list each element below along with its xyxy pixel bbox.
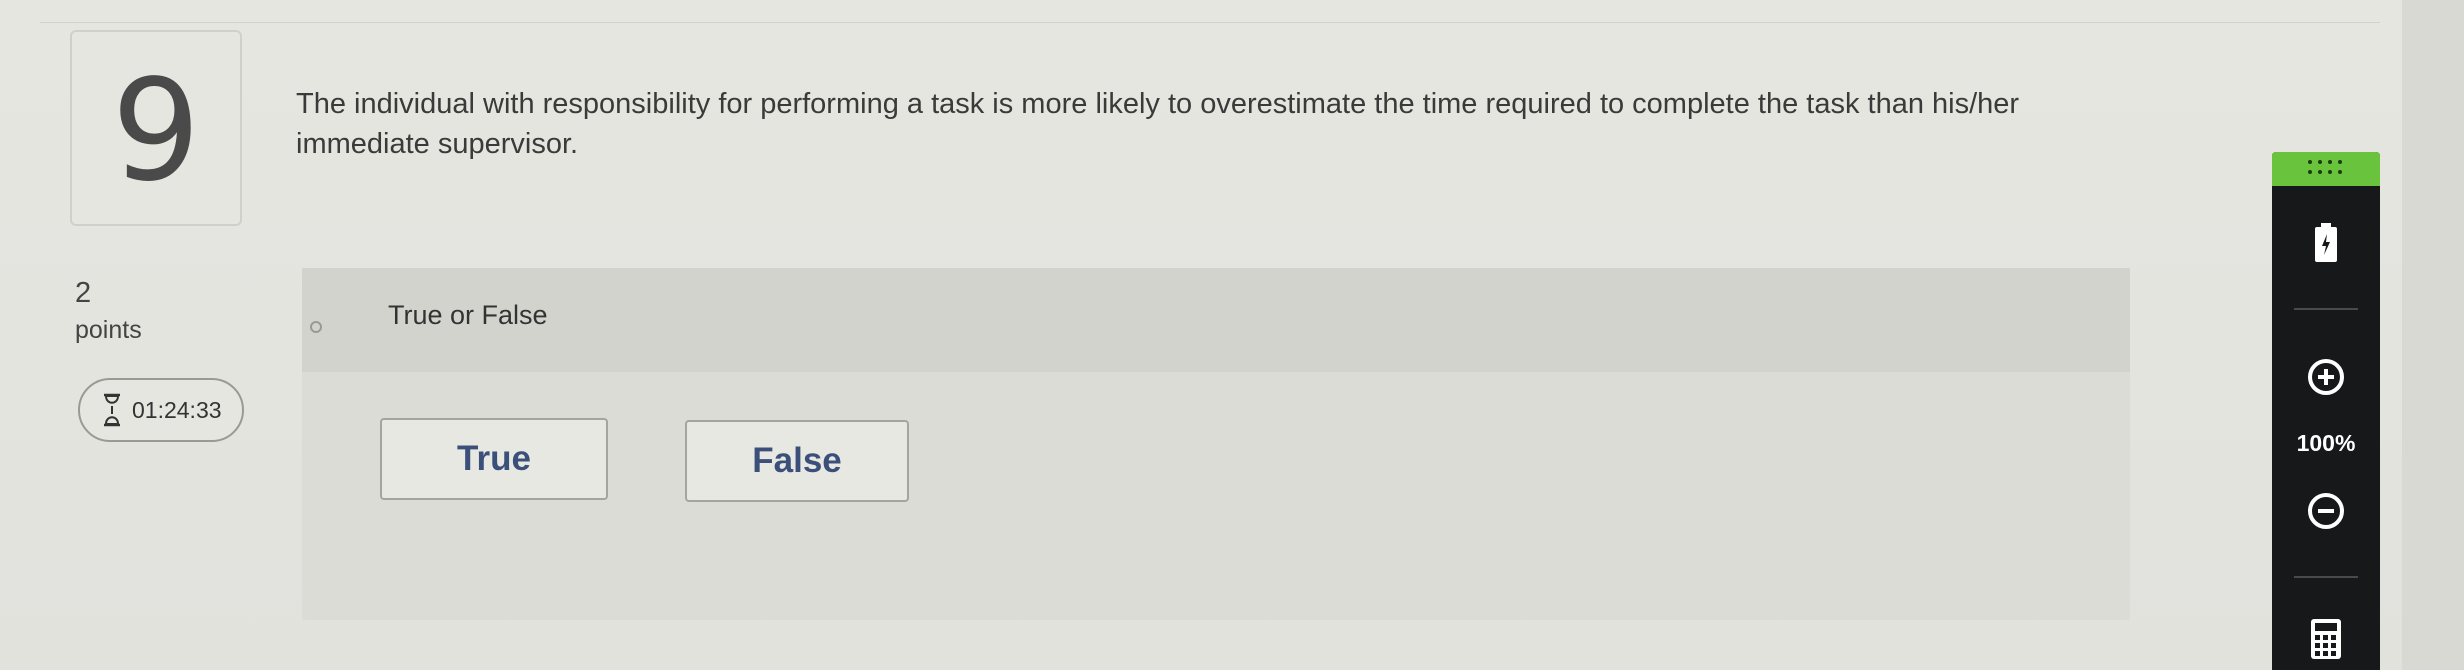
grip-icon[interactable] — [2272, 152, 2380, 186]
divider — [2294, 308, 2358, 310]
question-text: The individual with responsibility for p… — [296, 88, 2020, 160]
bullet-icon — [310, 321, 322, 333]
false-button[interactable]: False — [685, 420, 909, 502]
timer-badge[interactable]: 01:24:33 — [78, 378, 244, 442]
calculator-icon[interactable] — [2272, 618, 2380, 660]
zoom-level: 100% — [2296, 430, 2356, 456]
divider — [2294, 576, 2358, 578]
true-button[interactable]: True — [380, 418, 608, 500]
quiz-page: 9 The individual with responsibility for… — [0, 0, 2464, 670]
answer-panel: True or False True False — [302, 268, 2130, 620]
hourglass-icon — [104, 393, 120, 427]
answer-panel-header: True or False — [302, 268, 2130, 372]
screen-edge — [2402, 0, 2464, 670]
battery-icon[interactable] — [2272, 222, 2380, 264]
points-label: points — [75, 316, 142, 344]
zoom-in-icon[interactable] — [2272, 358, 2380, 396]
side-toolbar: 100% — [2272, 152, 2380, 670]
points-value: 2 — [75, 277, 92, 309]
zoom-out-icon[interactable] — [2272, 492, 2380, 530]
divider — [40, 22, 2380, 23]
question-number: 9 — [111, 50, 201, 213]
timer-value: 01:24:33 — [132, 396, 222, 423]
question-type-label: True or False — [388, 300, 548, 330]
question-number-box: 9 — [70, 30, 242, 226]
